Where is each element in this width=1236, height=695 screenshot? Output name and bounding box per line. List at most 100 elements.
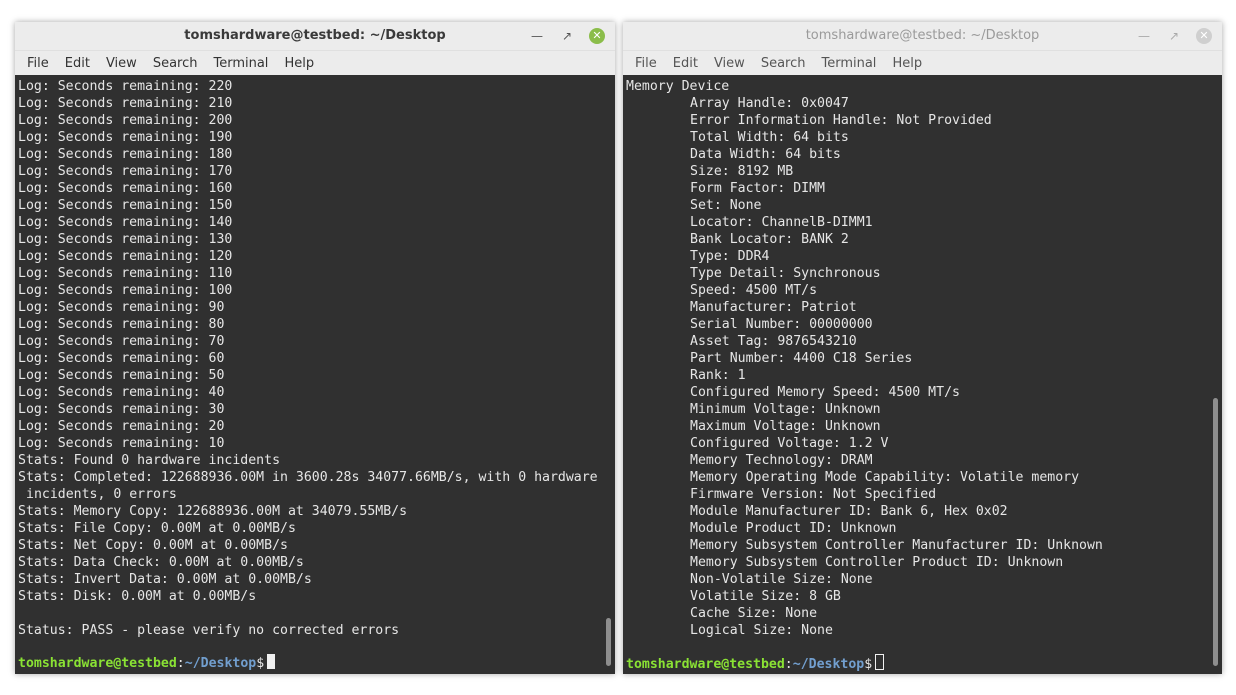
text-cursor bbox=[875, 654, 885, 670]
shell-prompt[interactable]: tomshardware@testbed:~/Desktop$ bbox=[626, 654, 885, 672]
output-line: Firmware Version: Not Specified bbox=[690, 487, 937, 502]
output-line: Serial Number: 00000000 bbox=[690, 317, 873, 332]
prompt-user: tomshardware@testbed bbox=[626, 657, 785, 672]
output-line: Manufacturer: Patriot bbox=[690, 300, 857, 315]
output-line: Log: Seconds remaining: 120 bbox=[18, 249, 233, 264]
output-line: Log: Seconds remaining: 30 bbox=[18, 402, 225, 417]
menu-terminal[interactable]: Terminal bbox=[813, 56, 884, 71]
output-line: Module Manufacturer ID: Bank 6, Hex 0x02 bbox=[690, 504, 1008, 519]
output-line: Configured Memory Speed: 4500 MT/s bbox=[690, 385, 960, 400]
output-line: Configured Voltage: 1.2 V bbox=[690, 436, 889, 451]
output-line: Log: Seconds remaining: 100 bbox=[18, 283, 233, 298]
scrollbar-thumb[interactable] bbox=[606, 618, 611, 666]
output-line: Minimum Voltage: Unknown bbox=[690, 402, 881, 417]
output-line: Memory Subsystem Controller Product ID: … bbox=[690, 555, 1064, 570]
output-line: Log: Seconds remaining: 20 bbox=[18, 419, 225, 434]
output-line: Memory Operating Mode Capability: Volati… bbox=[690, 470, 1080, 485]
menu-search[interactable]: Search bbox=[753, 56, 814, 71]
output-line: Data Width: 64 bits bbox=[690, 147, 841, 162]
menu-help[interactable]: Help bbox=[884, 56, 930, 71]
prompt-path: ~/Desktop bbox=[184, 656, 257, 671]
output-line: Log: Seconds remaining: 210 bbox=[18, 96, 233, 111]
menu-view[interactable]: View bbox=[98, 56, 145, 71]
output-line: Log: Seconds remaining: 40 bbox=[18, 385, 225, 400]
output-line: Stats: Net Copy: 0.00M at 0.00MB/s bbox=[18, 538, 288, 553]
output-line: Speed: 4500 MT/s bbox=[690, 283, 818, 298]
output-line: Module Product ID: Unknown bbox=[690, 521, 897, 536]
titlebar[interactable]: tomshardware@testbed: ~/Desktop — ↗ ✕ bbox=[15, 22, 615, 51]
window-title: tomshardware@testbed: ~/Desktop bbox=[184, 28, 446, 43]
section-header: Memory Device bbox=[626, 79, 730, 94]
terminal-window-right[interactable]: tomshardware@testbed: ~/Desktop — ↗ ✕ Fi… bbox=[623, 22, 1222, 674]
titlebar[interactable]: tomshardware@testbed: ~/Desktop — ↗ ✕ bbox=[623, 22, 1222, 51]
output-line: Log: Seconds remaining: 180 bbox=[18, 147, 233, 162]
minimize-icon[interactable]: — bbox=[1136, 28, 1152, 44]
terminal-output[interactable]: Log: Seconds remaining: 220 Log: Seconds… bbox=[15, 75, 615, 674]
output-line: Bank Locator: BANK 2 bbox=[690, 232, 849, 247]
menubar: File Edit View Search Terminal Help bbox=[15, 51, 615, 76]
output-line: Non-Volatile Size: None bbox=[690, 572, 873, 587]
menu-file[interactable]: File bbox=[19, 56, 57, 71]
output-line: Log: Seconds remaining: 10 bbox=[18, 436, 225, 451]
terminal-output[interactable]: Memory Device Array Handle: 0x0047 Error… bbox=[623, 75, 1222, 674]
prompt-symbol: $ bbox=[256, 656, 265, 671]
close-icon[interactable]: ✕ bbox=[1196, 28, 1212, 44]
output-line: Log: Seconds remaining: 60 bbox=[18, 351, 225, 366]
minimize-icon[interactable]: — bbox=[529, 28, 545, 44]
menu-file[interactable]: File bbox=[627, 56, 665, 71]
output-line: incidents, 0 errors bbox=[26, 487, 177, 502]
prompt-user: tomshardware@testbed bbox=[18, 656, 177, 671]
menu-edit[interactable]: Edit bbox=[665, 56, 706, 71]
output-line: Size: 8192 MB bbox=[690, 164, 794, 179]
output-line: Log: Seconds remaining: 150 bbox=[18, 198, 233, 213]
menu-view[interactable]: View bbox=[706, 56, 753, 71]
status-line: Status: PASS - please verify no correcte… bbox=[18, 623, 400, 638]
output-line: Cache Size: None bbox=[690, 606, 818, 621]
output-line: Locator: ChannelB-DIMM1 bbox=[690, 215, 873, 230]
output-line: Stats: Found 0 hardware incidents bbox=[18, 453, 281, 468]
output-line: Log: Seconds remaining: 130 bbox=[18, 232, 233, 247]
close-icon[interactable]: ✕ bbox=[589, 28, 605, 44]
menu-terminal[interactable]: Terminal bbox=[205, 56, 276, 71]
output-line: Stats: Data Check: 0.00M at 0.00MB/s bbox=[18, 555, 304, 570]
output-line: Log: Seconds remaining: 90 bbox=[18, 300, 225, 315]
output-line: Log: Seconds remaining: 200 bbox=[18, 113, 233, 128]
output-line: Asset Tag: 9876543210 bbox=[690, 334, 857, 349]
maximize-icon[interactable]: ↗ bbox=[559, 28, 575, 44]
output-line: Type: DDR4 bbox=[690, 249, 770, 264]
maximize-icon[interactable]: ↗ bbox=[1166, 28, 1182, 44]
output-line: Stats: Disk: 0.00M at 0.00MB/s bbox=[18, 589, 257, 604]
output-line: Log: Seconds remaining: 80 bbox=[18, 317, 225, 332]
shell-prompt[interactable]: tomshardware@testbed:~/Desktop$ bbox=[18, 654, 276, 671]
output-line: Log: Seconds remaining: 220 bbox=[18, 79, 233, 94]
output-line: Form Factor: DIMM bbox=[690, 181, 825, 196]
output-line: Part Number: 4400 C18 Series bbox=[690, 351, 913, 366]
output-line: Maximum Voltage: Unknown bbox=[690, 419, 881, 434]
output-line: Type Detail: Synchronous bbox=[690, 266, 881, 281]
output-line: Stats: Memory Copy: 122688936.00M at 340… bbox=[18, 504, 408, 519]
output-line: Log: Seconds remaining: 170 bbox=[18, 164, 233, 179]
menu-help[interactable]: Help bbox=[276, 56, 322, 71]
output-line: Array Handle: 0x0047 bbox=[690, 96, 849, 111]
prompt-path: ~/Desktop bbox=[792, 657, 865, 672]
output-line: Log: Seconds remaining: 160 bbox=[18, 181, 233, 196]
output-line: Set: None bbox=[690, 198, 762, 213]
terminal-window-left[interactable]: tomshardware@testbed: ~/Desktop — ↗ ✕ Fi… bbox=[15, 22, 615, 674]
menu-search[interactable]: Search bbox=[145, 56, 206, 71]
prompt-separator: : bbox=[784, 657, 793, 672]
prompt-separator: : bbox=[176, 656, 185, 671]
output-line: Log: Seconds remaining: 110 bbox=[18, 266, 233, 281]
prompt-symbol: $ bbox=[864, 657, 873, 672]
output-line: Memory Subsystem Controller Manufacturer… bbox=[690, 538, 1103, 553]
text-cursor bbox=[267, 654, 276, 669]
scrollbar-thumb[interactable] bbox=[1213, 398, 1218, 666]
output-line: Memory Technology: DRAM bbox=[690, 453, 873, 468]
output-line: Stats: File Copy: 0.00M at 0.00MB/s bbox=[18, 521, 296, 536]
output-line: Volatile Size: 8 GB bbox=[690, 589, 841, 604]
menu-edit[interactable]: Edit bbox=[57, 56, 98, 71]
output-line: Total Width: 64 bits bbox=[690, 130, 849, 145]
output-line: Log: Seconds remaining: 190 bbox=[18, 130, 233, 145]
menubar: File Edit View Search Terminal Help bbox=[623, 51, 1222, 76]
output-line: Stats: Invert Data: 0.00M at 0.00MB/s bbox=[18, 572, 312, 587]
